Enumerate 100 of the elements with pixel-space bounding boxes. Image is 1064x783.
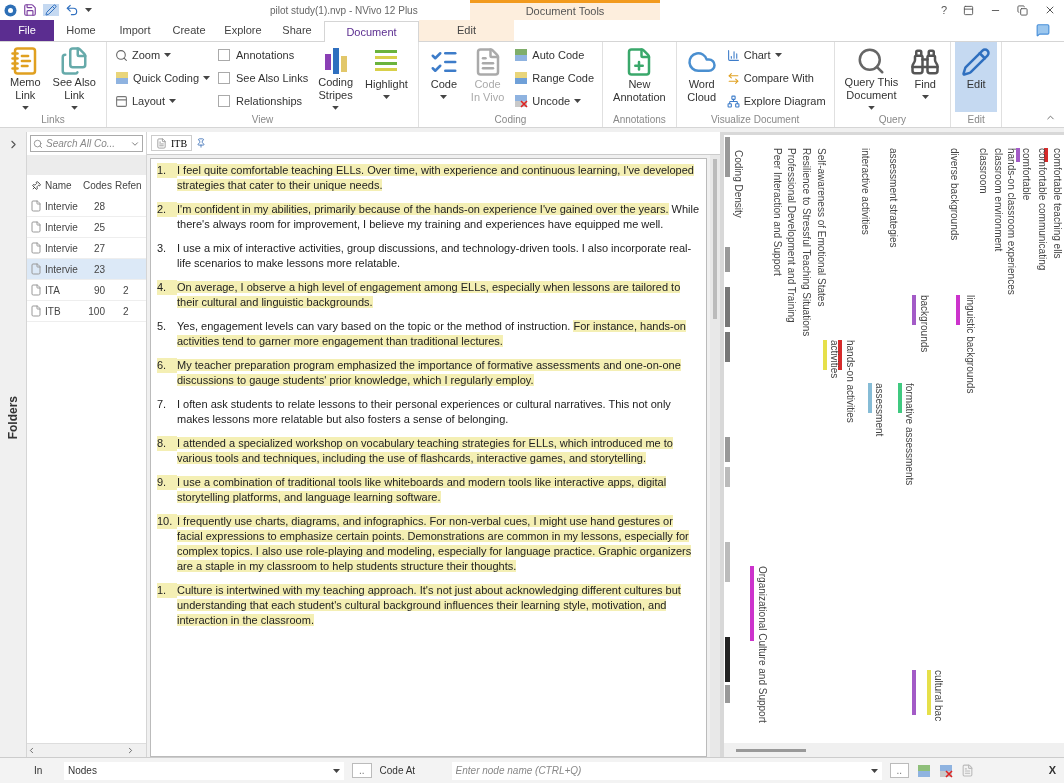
ribbon-button[interactable]: Edit	[955, 42, 998, 112]
node-label[interactable]: Self-awareness of Emotional States	[815, 148, 827, 307]
caret-icon	[574, 99, 582, 103]
ribbon-button[interactable]: Memo Link	[4, 42, 47, 112]
node-label[interactable]: Organizational Culture and Support	[756, 566, 768, 723]
ribbon-tab[interactable]: Create	[162, 20, 216, 41]
paragraph-text: I feel quite comfortable teaching ELLs. Over time, with experience and continuous learning, I've developed strategies that cater to their unique needs.	[177, 163, 695, 193]
caret-icon	[203, 76, 211, 80]
node-label[interactable]: classroom	[977, 148, 989, 194]
ribbon-button[interactable]: Highlight	[359, 42, 414, 112]
ribbon-button[interactable]: Compare With	[726, 69, 826, 87]
column-header[interactable]: Refen	[115, 178, 145, 193]
browse-button[interactable]: ..	[352, 763, 372, 778]
ribbon-button[interactable]: New Annotation	[607, 42, 672, 112]
node-label[interactable]: hands-on activities	[844, 340, 856, 423]
node-label[interactable]: comfortable communicating	[1036, 148, 1048, 271]
ribbon-button[interactable]: Layout	[115, 92, 211, 110]
ribbon-tab[interactable]: Document	[324, 21, 419, 42]
ribbon-button[interactable]: Find	[904, 42, 947, 112]
bar-chart-icon	[726, 48, 740, 62]
scroll-left-icon[interactable]	[27, 746, 36, 755]
node-label[interactable]: diverse backgrounds	[948, 148, 960, 241]
dropdown-icon[interactable]	[130, 139, 140, 149]
help-button[interactable]: ?	[940, 1, 947, 19]
ribbon-button[interactable]: Auto Code	[514, 46, 595, 64]
node-label[interactable]: activities	[828, 340, 840, 379]
checkbox[interactable]	[218, 95, 231, 107]
node-label[interactable]: comfortable teaching ells	[1051, 148, 1063, 259]
ribbon-tab[interactable]: Import	[108, 20, 162, 41]
ribbon-button[interactable]: Range Code	[514, 69, 595, 87]
node-label[interactable]: cultural bac	[932, 670, 944, 722]
ribbon-tab[interactable]: Edit	[419, 20, 514, 41]
node-label[interactable]: classroom environment	[992, 148, 1004, 252]
scroll-right-icon[interactable]	[126, 746, 135, 755]
node-label[interactable]: formative assessments	[903, 383, 915, 486]
ribbon-button[interactable]: Chart	[726, 46, 826, 64]
undo-icon[interactable]	[65, 3, 79, 17]
ribbon-button[interactable]: Coding Stripes	[312, 42, 360, 112]
coding-stripe[interactable]	[1044, 148, 1048, 162]
close-button[interactable]: X	[1048, 762, 1056, 779]
checkbox[interactable]	[218, 72, 231, 84]
column-header[interactable]: Name	[45, 178, 83, 193]
folders-label[interactable]: Folders	[4, 396, 22, 440]
file-row[interactable]: Intervie 23	[27, 259, 146, 280]
document-icon[interactable]	[961, 764, 975, 777]
pen-icon[interactable]	[43, 4, 59, 16]
ribbon-button[interactable]: Quick Coding	[115, 69, 211, 87]
node-name-field[interactable]: Enter node name (CTRL+Q)	[451, 761, 882, 780]
ribbon-tab[interactable]: Share	[270, 20, 324, 41]
node-label[interactable]: assessment strategies	[887, 148, 899, 248]
paragraph-number: 9.	[157, 475, 177, 490]
ribbon-button[interactable]: Uncode	[514, 92, 595, 110]
node-type-dropdown[interactable]: Nodes	[64, 761, 344, 780]
document-icon	[30, 200, 42, 212]
ribbon-tab[interactable]: Home	[54, 20, 108, 41]
close-icon[interactable]	[1044, 4, 1056, 16]
ribbon-display-icon[interactable]	[963, 4, 974, 16]
browse-button[interactable]: ..	[889, 763, 910, 778]
node-label[interactable]: Peer Interaction and Support	[771, 148, 783, 276]
binoculars-icon	[910, 47, 941, 77]
ribbon-tab[interactable]: File	[0, 20, 54, 41]
pin-icon[interactable]	[196, 138, 207, 148]
caret-icon	[333, 768, 340, 773]
arrows-icon	[726, 71, 740, 85]
node-label[interactable]: interactive activities	[859, 148, 871, 235]
ribbon-button[interactable]: Zoom	[115, 46, 211, 64]
scrollbar[interactable]	[736, 748, 806, 752]
paragraph-number: 5.	[157, 319, 168, 334]
save-icon[interactable]	[23, 3, 37, 17]
caret-icon	[867, 106, 875, 110]
node-label[interactable]: linguistic backgrounds	[964, 295, 976, 394]
paragraph-number: 10.	[157, 514, 177, 529]
ribbon-tab[interactable]: Explore	[216, 20, 270, 41]
group-label: Query	[877, 113, 907, 127]
search-field[interactable]: Search All Co...	[30, 135, 143, 152]
ribbon-button[interactable]: Code	[422, 42, 465, 112]
paragraph-text: I attended a specialized workshop on vocabulary teaching strategies for ELLs, which introduced me to various tools and techniques, including the use of flashcards, interactive games, and storytelling.	[177, 436, 674, 466]
coding-stripe[interactable]	[838, 340, 842, 370]
chat-icon[interactable]	[1036, 23, 1050, 37]
node-label[interactable]: hands-on classroom experiences	[1005, 148, 1017, 295]
node-label[interactable]: assessment	[873, 383, 885, 437]
ribbon-button[interactable]: Word Cloud	[680, 42, 723, 112]
restore-icon[interactable]	[1017, 4, 1028, 16]
node-label[interactable]: Professional Development and Training	[785, 148, 797, 323]
column-header[interactable]: Codes	[83, 178, 115, 193]
node-label[interactable]: backgrounds	[918, 295, 930, 353]
caret-icon	[440, 95, 448, 99]
table-cell-text: Intervie	[45, 199, 79, 214]
caret-icon	[921, 95, 929, 99]
node-label[interactable]: Resilience to Stressful Teaching Situations	[800, 148, 812, 337]
ribbon-button[interactable]: Query This Document	[838, 42, 905, 112]
logo-icon[interactable]	[4, 3, 17, 17]
scrollbar[interactable]	[710, 155, 720, 757]
open-item-tab[interactable]: ITB	[151, 135, 193, 151]
network-icon	[726, 94, 740, 108]
node-label[interactable]: comfortable	[1020, 148, 1032, 201]
ribbon-button[interactable]: See Also Link	[46, 42, 102, 112]
checkbox[interactable]	[218, 49, 231, 61]
ribbon-button[interactable]: Explore Diagram	[726, 92, 826, 110]
document-icon	[30, 305, 42, 317]
